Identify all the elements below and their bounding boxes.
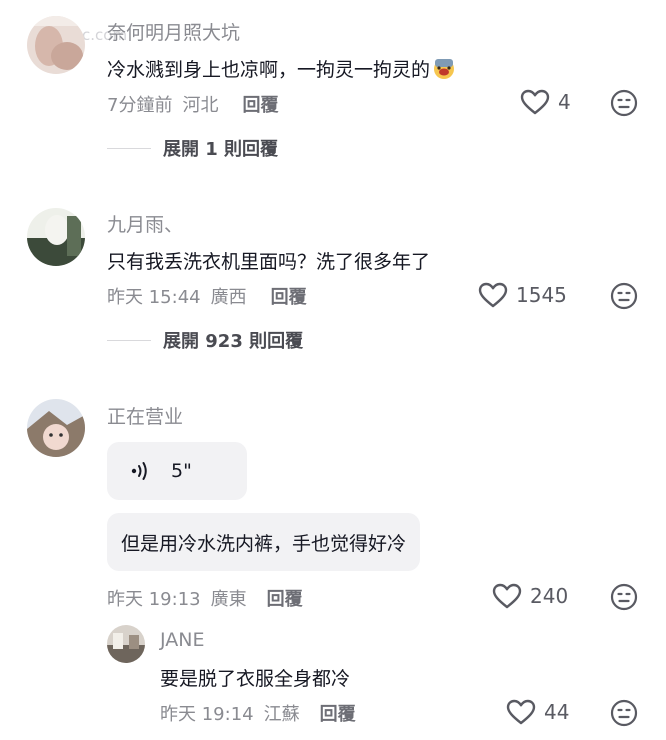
expand-replies-label: 展開 1 則回覆	[163, 139, 279, 160]
username[interactable]: 九月雨、	[107, 210, 183, 237]
voice-message[interactable]: 5"	[107, 442, 247, 500]
voice-duration: 5"	[171, 460, 192, 482]
timestamp: 7分鐘前	[107, 95, 173, 116]
reply-button[interactable]: 回覆	[271, 283, 307, 309]
like-count: 1545	[516, 283, 567, 307]
heart-icon	[492, 583, 522, 609]
crying-face-emoji-icon	[434, 59, 455, 79]
reply-button[interactable]: 回覆	[242, 91, 278, 117]
comment-meta: 7分鐘前 河北 回覆	[107, 91, 278, 117]
comment-meta: 昨天 19:13 廣東 回覆	[107, 585, 303, 611]
reply-button[interactable]: 回覆	[267, 585, 303, 611]
divider	[107, 147, 151, 149]
avatar[interactable]	[27, 16, 85, 74]
comment-meta: 昨天 15:44 廣西 回覆	[107, 283, 307, 309]
expand-replies-button[interactable]: 展開 923 則回覆	[107, 327, 303, 353]
reply-button[interactable]: 回覆	[320, 700, 356, 726]
comment-meta: 昨天 19:14 江蘇 回覆	[160, 700, 356, 726]
heart-icon	[506, 699, 536, 725]
location: 廣東	[210, 589, 247, 610]
voice-wave-icon	[131, 462, 147, 480]
location: 江蘇	[263, 704, 300, 725]
like-button[interactable]: 240	[492, 583, 568, 609]
like-count: 44	[544, 700, 570, 724]
like-button[interactable]: 44	[506, 699, 569, 725]
expand-replies-label: 展開 923 則回覆	[163, 331, 304, 352]
like-button[interactable]: 4	[520, 89, 571, 115]
avatar[interactable]	[107, 625, 145, 663]
dislike-face-icon[interactable]	[610, 282, 638, 310]
location: 河北	[182, 95, 219, 116]
comment-text: 但是用冷水洗内裤，手也觉得好冷	[121, 532, 407, 555]
like-count: 4	[558, 90, 571, 114]
avatar-photo	[27, 399, 85, 457]
timestamp: 昨天 19:13	[107, 589, 201, 610]
avatar-photo	[27, 208, 85, 266]
username[interactable]: 正在营业	[107, 402, 183, 429]
avatar-photo	[107, 625, 145, 663]
timestamp: 昨天 15:44	[107, 287, 201, 308]
like-count: 240	[530, 584, 569, 608]
avatar[interactable]	[27, 208, 85, 266]
timestamp: 昨天 19:14	[160, 704, 254, 725]
comment-text: 只有我丢洗衣机里面吗？洗了很多年了	[107, 251, 431, 273]
username[interactable]: 奈何明月照大坑	[107, 18, 240, 45]
heart-icon	[478, 282, 508, 308]
avatar-photo	[27, 16, 85, 74]
comment-bubble: 但是用冷水洗内裤，手也觉得好冷	[107, 513, 421, 571]
comment-text: 冷水溅到身上也凉啊，一拘灵一拘灵的	[107, 55, 456, 82]
expand-replies-button[interactable]: 展開 1 則回覆	[107, 135, 278, 161]
dislike-face-icon[interactable]	[610, 583, 638, 611]
location: 廣西	[210, 287, 247, 308]
username[interactable]: JANE	[160, 629, 205, 651]
like-button[interactable]: 1545	[478, 282, 567, 308]
dislike-face-icon[interactable]	[610, 699, 638, 727]
heart-icon	[520, 89, 550, 115]
divider	[107, 339, 151, 341]
comment-text: 要是脱了衣服全身都冷	[160, 668, 351, 690]
dislike-face-icon[interactable]	[610, 89, 638, 117]
avatar[interactable]	[27, 399, 85, 457]
